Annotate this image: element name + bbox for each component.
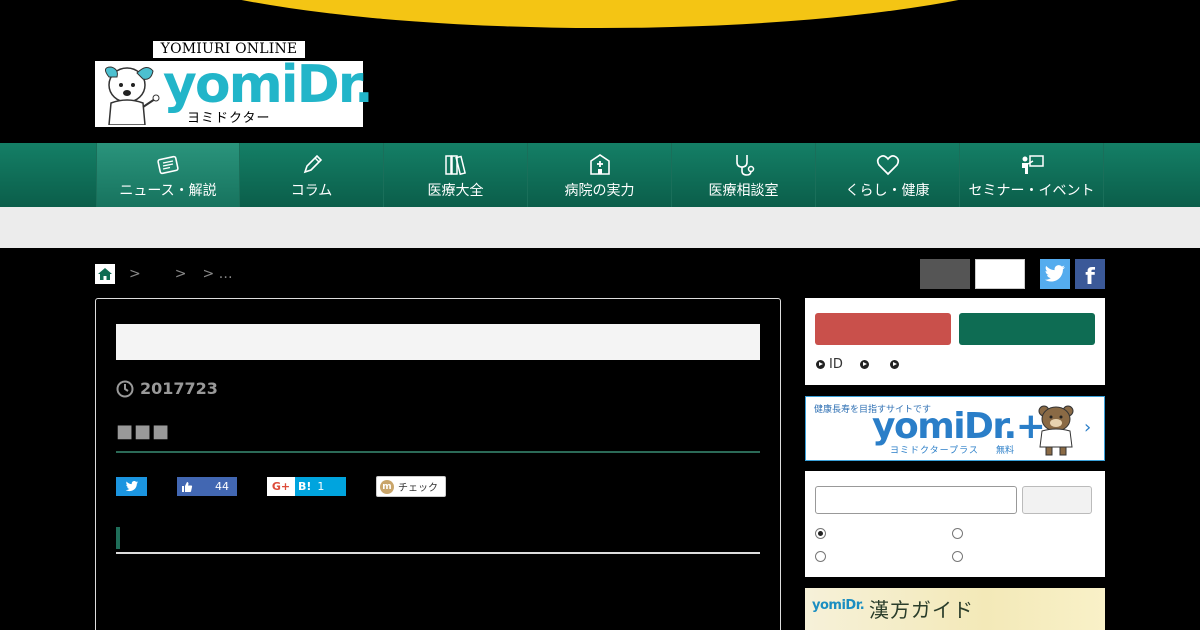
plus-wordmark: yomiDr.+	[872, 406, 1046, 447]
plus-kana: ヨミドクタープラス	[890, 446, 979, 456]
nav-item-news[interactable]: ニュース・解説	[96, 143, 240, 207]
mixi-check-button[interactable]: m チェック	[376, 476, 446, 497]
login-link-2[interactable]	[859, 360, 873, 369]
login-link-id[interactable]: ID	[816, 357, 843, 372]
facebook-like-count: 44	[215, 480, 229, 493]
logo-wordmark: yomiDr.	[163, 55, 374, 115]
login-link-label: ID	[829, 357, 843, 372]
breadcrumb: > > > …	[95, 264, 233, 284]
breadcrumb-separator: >	[174, 266, 187, 282]
search-scope-radio-2[interactable]	[952, 528, 963, 539]
google-plus-button[interactable]: G+	[267, 477, 295, 496]
thumbs-up-icon	[177, 477, 197, 496]
sub-nav-bar	[0, 207, 1200, 248]
sidebar-login-panel: ID	[805, 298, 1105, 385]
article-date-text: 2017723	[140, 379, 218, 398]
nav-item-hospital[interactable]: 病院の実力	[528, 143, 672, 207]
kampo-title: 漢方ガイド	[869, 598, 974, 622]
twitter-icon	[1044, 265, 1065, 282]
hatena-icon: B!	[298, 480, 312, 493]
heart-icon	[876, 155, 899, 176]
article-lead: ■■■	[116, 421, 171, 442]
hospital-icon	[589, 154, 610, 175]
google-plus-icon: G+	[271, 480, 291, 493]
arrow-circle-icon	[816, 360, 825, 369]
login-link-3[interactable]	[889, 360, 903, 369]
site-logo[interactable]: YOMIURI ONLINE yomiDr. ヨミドクター	[95, 41, 374, 127]
breadcrumb-home[interactable]	[95, 264, 115, 284]
tweet-button[interactable]	[116, 477, 147, 496]
pencil-icon	[303, 154, 322, 174]
global-nav: ニュース・解説 コラム 医療大全 病院の実力 医療相談室 くらし・健康 セミナー…	[0, 143, 1200, 207]
nav-item-column[interactable]: コラム	[240, 143, 384, 207]
mixi-icon: m	[380, 479, 394, 494]
stethoscope-icon	[735, 155, 754, 176]
article-divider	[116, 451, 760, 453]
nav-item-seminar[interactable]: セミナー・イベント	[960, 143, 1104, 207]
facebook-icon: f	[1085, 265, 1095, 290]
section-heading-marker	[116, 527, 120, 549]
section-heading-underline	[116, 552, 760, 554]
twitter-link[interactable]	[1040, 259, 1070, 289]
nav-label: ニュース・解説	[119, 183, 217, 199]
sidebar-search-panel	[805, 471, 1105, 577]
font-size-small-button[interactable]	[920, 259, 970, 289]
nav-label: セミナー・イベント	[968, 183, 1095, 199]
hatena-bookmark-button[interactable]: B! 1	[295, 477, 346, 496]
nav-item-encyclopedia[interactable]: 医療大全	[384, 143, 528, 207]
breadcrumb-current: > …	[202, 266, 233, 282]
breadcrumb-separator: >	[129, 266, 141, 282]
kampo-guide-banner[interactable]: yomiDr. 漢方ガイド	[805, 588, 1105, 630]
register-button[interactable]	[815, 313, 951, 345]
nav-label: 病院の実力	[564, 183, 635, 199]
logo-box: yomiDr. ヨミドクター	[95, 55, 374, 127]
login-links: ID	[816, 357, 920, 372]
logo-kana: ヨミドクター	[187, 111, 271, 126]
clock-icon	[116, 380, 134, 397]
kampo-logo: yomiDr.	[812, 598, 865, 613]
nav-label: 医療相談室	[708, 183, 779, 199]
article-card: 2017723 ■■■ 44 G+ B! 1 m チェック	[95, 298, 781, 630]
search-input[interactable]	[815, 486, 1017, 514]
search-scope-radio-4[interactable]	[952, 551, 963, 562]
login-button[interactable]	[959, 313, 1095, 345]
plus-free-label: 無料	[996, 446, 1015, 456]
mixi-check-label: チェック	[398, 483, 438, 494]
search-scope-radio-3[interactable]	[815, 551, 826, 562]
nav-item-consult[interactable]: 医療相談室	[672, 143, 816, 207]
doctor-dog-icon	[105, 66, 160, 125]
header-yellow-arc	[110, 0, 1090, 28]
arrow-circle-icon	[859, 360, 869, 369]
font-size-large-button[interactable]	[975, 259, 1025, 289]
search-scope-radio-1[interactable]	[815, 528, 826, 539]
bear-mascot-icon	[1038, 405, 1074, 456]
search-button[interactable]	[1022, 486, 1092, 514]
hatena-count: 1	[317, 480, 325, 493]
nav-label: くらし・健康	[845, 183, 930, 199]
yomidr-plus-banner[interactable]: 健康長寿を目指すサイトです yomiDr.+ ヨミドクタープラス 無料 ›	[805, 396, 1105, 461]
article-date: 2017723	[116, 379, 218, 398]
nav-item-health[interactable]: くらし・健康	[816, 143, 960, 207]
twitter-icon	[125, 481, 138, 492]
books-icon	[444, 155, 466, 176]
facebook-link[interactable]: f	[1075, 259, 1105, 289]
home-icon	[98, 268, 112, 280]
arrow-circle-icon	[889, 360, 899, 369]
facebook-like-button[interactable]: 44	[177, 477, 237, 496]
lecture-icon	[1021, 155, 1044, 174]
nav-label: 医療大全	[427, 183, 484, 199]
page: YOMIURI ONLINE yomiDr. ヨミドクター ニュース・解説 コラ…	[0, 0, 1200, 630]
chevron-right-icon: ›	[1084, 417, 1092, 438]
nav-label: コラム	[290, 183, 333, 199]
article-title	[116, 324, 760, 360]
newspaper-icon	[157, 155, 179, 175]
